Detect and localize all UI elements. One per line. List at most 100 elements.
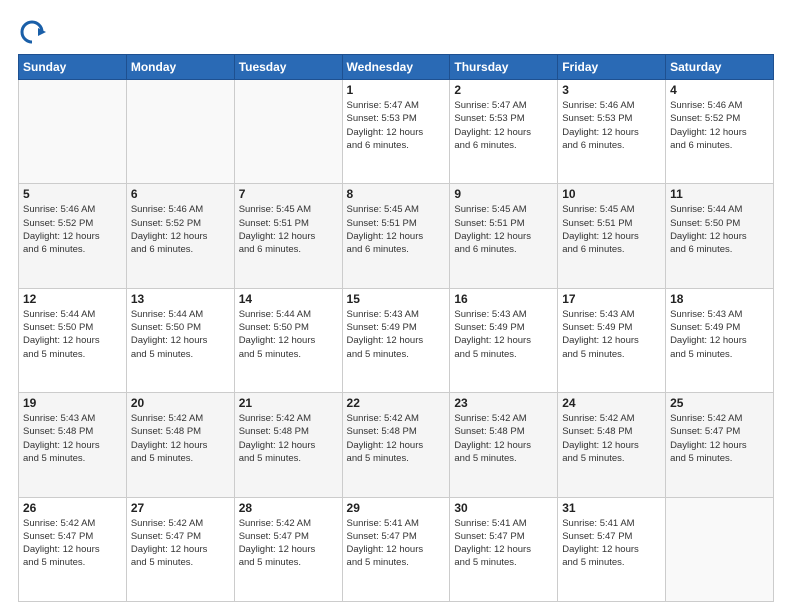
day-number: 29	[347, 501, 446, 515]
calendar-day: 2 Sunrise: 5:47 AM Sunset: 5:53 PM Daylig…	[450, 80, 558, 184]
day-info: Sunrise: 5:44 AM Sunset: 5:50 PM Dayligh…	[131, 308, 230, 361]
weekday-header-row: SundayMondayTuesdayWednesdayThursdayFrid…	[19, 55, 774, 80]
day-number: 22	[347, 396, 446, 410]
header	[18, 18, 774, 46]
calendar-day	[234, 80, 342, 184]
day-number: 21	[239, 396, 338, 410]
day-info: Sunrise: 5:42 AM Sunset: 5:48 PM Dayligh…	[347, 412, 446, 465]
calendar-day: 20 Sunrise: 5:42 AM Sunset: 5:48 PM Dayli…	[126, 393, 234, 497]
day-info: Sunrise: 5:41 AM Sunset: 5:47 PM Dayligh…	[454, 517, 553, 570]
calendar-day: 1 Sunrise: 5:47 AM Sunset: 5:53 PM Daylig…	[342, 80, 450, 184]
calendar-table: SundayMondayTuesdayWednesdayThursdayFrid…	[18, 54, 774, 602]
day-info: Sunrise: 5:47 AM Sunset: 5:53 PM Dayligh…	[454, 99, 553, 152]
calendar-day: 14 Sunrise: 5:44 AM Sunset: 5:50 PM Dayli…	[234, 288, 342, 392]
day-number: 25	[670, 396, 769, 410]
calendar-week-5: 26 Sunrise: 5:42 AM Sunset: 5:47 PM Dayli…	[19, 497, 774, 601]
day-info: Sunrise: 5:42 AM Sunset: 5:47 PM Dayligh…	[131, 517, 230, 570]
day-number: 3	[562, 83, 661, 97]
calendar-day: 29Sunrise: 5:41 AM Sunset: 5:47 PM Dayli…	[342, 497, 450, 601]
weekday-monday: Monday	[126, 55, 234, 80]
day-info: Sunrise: 5:42 AM Sunset: 5:48 PM Dayligh…	[239, 412, 338, 465]
day-number: 11	[670, 187, 769, 201]
day-info: Sunrise: 5:43 AM Sunset: 5:49 PM Dayligh…	[670, 308, 769, 361]
weekday-saturday: Saturday	[666, 55, 774, 80]
day-info: Sunrise: 5:42 AM Sunset: 5:48 PM Dayligh…	[131, 412, 230, 465]
calendar-week-2: 5 Sunrise: 5:46 AM Sunset: 5:52 PM Daylig…	[19, 184, 774, 288]
day-number: 26	[23, 501, 122, 515]
weekday-wednesday: Wednesday	[342, 55, 450, 80]
day-info: Sunrise: 5:45 AM Sunset: 5:51 PM Dayligh…	[239, 203, 338, 256]
day-number: 7	[239, 187, 338, 201]
calendar-day: 22 Sunrise: 5:42 AM Sunset: 5:48 PM Dayli…	[342, 393, 450, 497]
day-info: Sunrise: 5:47 AM Sunset: 5:53 PM Dayligh…	[347, 99, 446, 152]
calendar-day: 15Sunrise: 5:43 AM Sunset: 5:49 PM Dayli…	[342, 288, 450, 392]
calendar-day: 7 Sunrise: 5:45 AM Sunset: 5:51 PM Daylig…	[234, 184, 342, 288]
calendar-day: 3 Sunrise: 5:46 AM Sunset: 5:53 PM Daylig…	[558, 80, 666, 184]
day-info: Sunrise: 5:43 AM Sunset: 5:48 PM Dayligh…	[23, 412, 122, 465]
calendar-day: 11 Sunrise: 5:44 AM Sunset: 5:50 PM Dayli…	[666, 184, 774, 288]
calendar-day: 23Sunrise: 5:42 AM Sunset: 5:48 PM Dayli…	[450, 393, 558, 497]
day-info: Sunrise: 5:44 AM Sunset: 5:50 PM Dayligh…	[670, 203, 769, 256]
day-number: 8	[347, 187, 446, 201]
day-number: 24	[562, 396, 661, 410]
calendar-day: 31 Sunrise: 5:41 AM Sunset: 5:47 PM Dayli…	[558, 497, 666, 601]
day-info: Sunrise: 5:42 AM Sunset: 5:47 PM Dayligh…	[239, 517, 338, 570]
day-info: Sunrise: 5:44 AM Sunset: 5:50 PM Dayligh…	[23, 308, 122, 361]
calendar-day	[666, 497, 774, 601]
day-info: Sunrise: 5:45 AM Sunset: 5:51 PM Dayligh…	[562, 203, 661, 256]
day-info: Sunrise: 5:46 AM Sunset: 5:52 PM Dayligh…	[670, 99, 769, 152]
weekday-sunday: Sunday	[19, 55, 127, 80]
calendar-week-4: 19Sunrise: 5:43 AM Sunset: 5:48 PM Dayli…	[19, 393, 774, 497]
calendar-day: 28 Sunrise: 5:42 AM Sunset: 5:47 PM Dayli…	[234, 497, 342, 601]
calendar-day: 27 Sunrise: 5:42 AM Sunset: 5:47 PM Dayli…	[126, 497, 234, 601]
day-info: Sunrise: 5:46 AM Sunset: 5:52 PM Dayligh…	[23, 203, 122, 256]
calendar-day: 9 Sunrise: 5:45 AM Sunset: 5:51 PM Daylig…	[450, 184, 558, 288]
weekday-friday: Friday	[558, 55, 666, 80]
day-number: 30	[454, 501, 553, 515]
day-number: 1	[347, 83, 446, 97]
calendar-day: 8 Sunrise: 5:45 AM Sunset: 5:51 PM Daylig…	[342, 184, 450, 288]
calendar-day: 10Sunrise: 5:45 AM Sunset: 5:51 PM Dayli…	[558, 184, 666, 288]
day-info: Sunrise: 5:42 AM Sunset: 5:48 PM Dayligh…	[454, 412, 553, 465]
day-number: 5	[23, 187, 122, 201]
day-info: Sunrise: 5:45 AM Sunset: 5:51 PM Dayligh…	[454, 203, 553, 256]
calendar-day: 17 Sunrise: 5:43 AM Sunset: 5:49 PM Dayli…	[558, 288, 666, 392]
day-number: 4	[670, 83, 769, 97]
day-number: 15	[347, 292, 446, 306]
page: SundayMondayTuesdayWednesdayThursdayFrid…	[0, 0, 792, 612]
logo	[18, 18, 50, 46]
day-number: 9	[454, 187, 553, 201]
calendar-day: 13Sunrise: 5:44 AM Sunset: 5:50 PM Dayli…	[126, 288, 234, 392]
calendar-day: 16Sunrise: 5:43 AM Sunset: 5:49 PM Dayli…	[450, 288, 558, 392]
calendar-header: SundayMondayTuesdayWednesdayThursdayFrid…	[19, 55, 774, 80]
day-info: Sunrise: 5:46 AM Sunset: 5:53 PM Dayligh…	[562, 99, 661, 152]
calendar-day	[126, 80, 234, 184]
day-info: Sunrise: 5:43 AM Sunset: 5:49 PM Dayligh…	[562, 308, 661, 361]
day-number: 31	[562, 501, 661, 515]
day-number: 14	[239, 292, 338, 306]
day-info: Sunrise: 5:43 AM Sunset: 5:49 PM Dayligh…	[454, 308, 553, 361]
calendar-day: 12Sunrise: 5:44 AM Sunset: 5:50 PM Dayli…	[19, 288, 127, 392]
day-info: Sunrise: 5:41 AM Sunset: 5:47 PM Dayligh…	[562, 517, 661, 570]
day-info: Sunrise: 5:45 AM Sunset: 5:51 PM Dayligh…	[347, 203, 446, 256]
day-info: Sunrise: 5:44 AM Sunset: 5:50 PM Dayligh…	[239, 308, 338, 361]
calendar-week-1: 1 Sunrise: 5:47 AM Sunset: 5:53 PM Daylig…	[19, 80, 774, 184]
day-number: 20	[131, 396, 230, 410]
weekday-thursday: Thursday	[450, 55, 558, 80]
calendar-day: 21 Sunrise: 5:42 AM Sunset: 5:48 PM Dayli…	[234, 393, 342, 497]
day-number: 2	[454, 83, 553, 97]
calendar-day: 30 Sunrise: 5:41 AM Sunset: 5:47 PM Dayli…	[450, 497, 558, 601]
calendar-day: 25Sunrise: 5:42 AM Sunset: 5:47 PM Dayli…	[666, 393, 774, 497]
calendar-week-3: 12Sunrise: 5:44 AM Sunset: 5:50 PM Dayli…	[19, 288, 774, 392]
day-number: 27	[131, 501, 230, 515]
day-info: Sunrise: 5:46 AM Sunset: 5:52 PM Dayligh…	[131, 203, 230, 256]
calendar-day: 5 Sunrise: 5:46 AM Sunset: 5:52 PM Daylig…	[19, 184, 127, 288]
day-number: 18	[670, 292, 769, 306]
day-number: 17	[562, 292, 661, 306]
day-info: Sunrise: 5:42 AM Sunset: 5:48 PM Dayligh…	[562, 412, 661, 465]
calendar-day: 19Sunrise: 5:43 AM Sunset: 5:48 PM Dayli…	[19, 393, 127, 497]
calendar-day: 4 Sunrise: 5:46 AM Sunset: 5:52 PM Daylig…	[666, 80, 774, 184]
calendar-day	[19, 80, 127, 184]
day-number: 28	[239, 501, 338, 515]
weekday-tuesday: Tuesday	[234, 55, 342, 80]
